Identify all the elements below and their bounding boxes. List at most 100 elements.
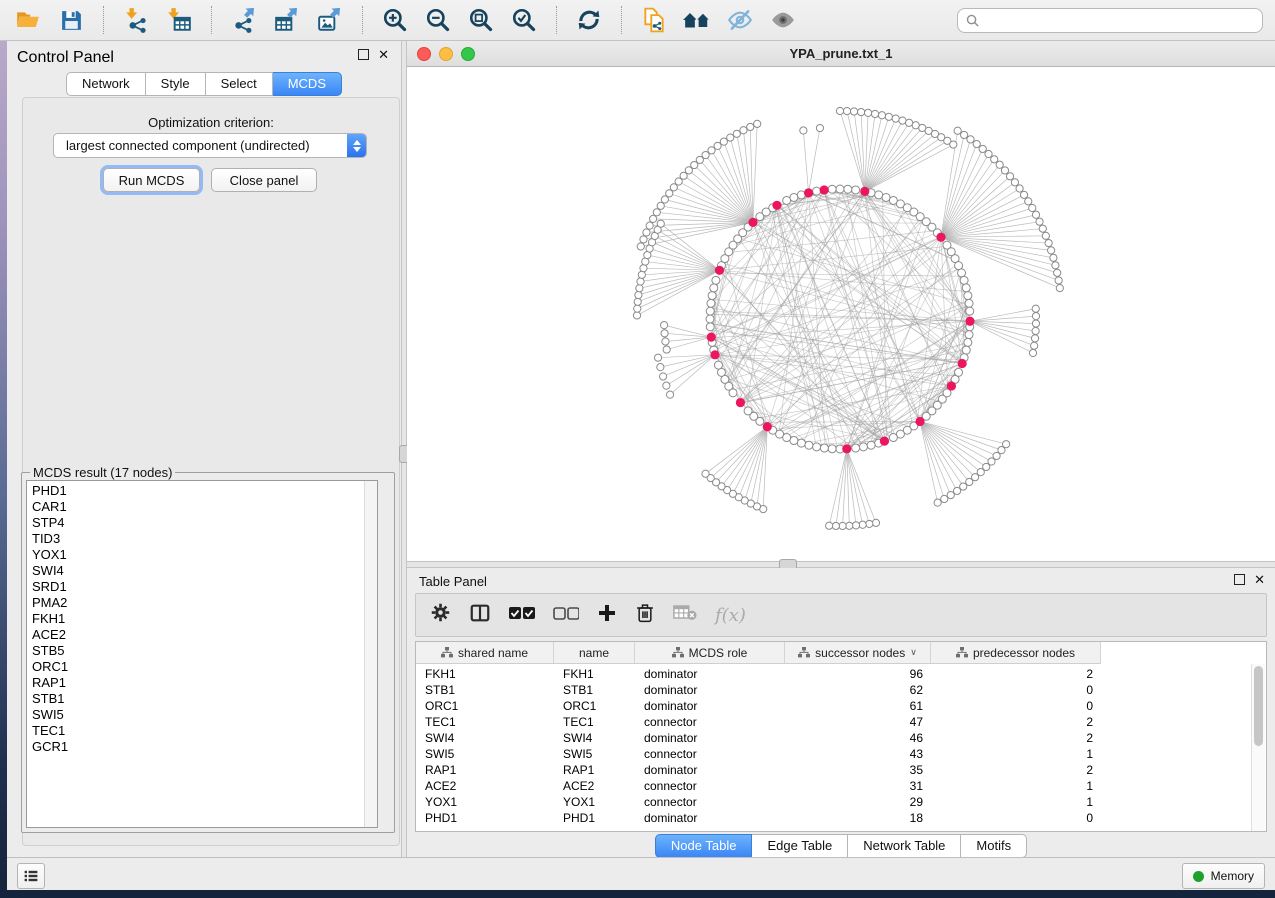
cell-shared-name: RAP1 bbox=[416, 762, 554, 778]
deselect-all-button[interactable] bbox=[553, 606, 579, 625]
zoom-out-button[interactable] bbox=[422, 4, 454, 36]
close-panel-icon[interactable]: ✕ bbox=[378, 50, 389, 60]
float-window-icon[interactable] bbox=[358, 49, 369, 60]
cell-shared-name: YOX1 bbox=[416, 794, 554, 810]
horizontal-splitter[interactable] bbox=[407, 561, 1275, 568]
table-row-SWI5[interactable]: SWI5SWI5connector431 bbox=[416, 746, 1101, 762]
mcds-node-item[interactable]: SWI4 bbox=[32, 563, 68, 579]
table-row-FKH1[interactable]: FKH1FKH1dominator962 bbox=[416, 666, 1101, 682]
import-table-button[interactable] bbox=[163, 4, 195, 36]
tab-network[interactable]: Network bbox=[66, 72, 146, 96]
import-network-button[interactable] bbox=[120, 4, 152, 36]
table-row-SWI4[interactable]: SWI4SWI4dominator462 bbox=[416, 730, 1101, 746]
list-scrollbar-track[interactable] bbox=[364, 481, 377, 827]
mcds-node-item[interactable]: ACE2 bbox=[32, 627, 68, 643]
network-canvas[interactable] bbox=[407, 67, 1275, 561]
network-graph[interactable] bbox=[407, 67, 1275, 561]
save-icon bbox=[59, 8, 84, 33]
column-header-shared-name[interactable]: shared name bbox=[416, 642, 554, 663]
optimization-criterion-dropdown[interactable]: largest connected component (undirected) bbox=[53, 133, 367, 158]
mcds-node-item[interactable]: PMA2 bbox=[32, 595, 68, 611]
table-panel-tabs: Node TableEdge TableNetwork TableMotifs bbox=[407, 834, 1275, 858]
cell-shared-name: ACE2 bbox=[416, 778, 554, 794]
cell-mcds-role: dominator bbox=[635, 682, 785, 698]
table-settings-button[interactable] bbox=[430, 602, 451, 628]
close-panel-icon[interactable]: ✕ bbox=[1254, 575, 1265, 585]
toolbar-separator bbox=[211, 6, 212, 34]
delete-table-button[interactable] bbox=[673, 604, 697, 626]
tab-network-table[interactable]: Network Table bbox=[848, 834, 961, 858]
select-all-button[interactable] bbox=[509, 606, 535, 625]
zoom-selected-button[interactable] bbox=[508, 4, 540, 36]
mcds-node-item[interactable]: STB5 bbox=[32, 643, 68, 659]
task-history-button[interactable] bbox=[17, 863, 45, 889]
mcds-result-list[interactable]: PHD1CAR1STP4TID3YOX1SWI4SRD1PMA2FKH1ACE2… bbox=[26, 480, 378, 828]
tab-select[interactable]: Select bbox=[206, 72, 273, 96]
mcds-node-item[interactable]: FKH1 bbox=[32, 611, 68, 627]
cell-predecessor-nodes: 0 bbox=[931, 810, 1101, 826]
column-label: predecessor nodes bbox=[973, 646, 1075, 660]
table-scrollbar-thumb[interactable] bbox=[1254, 666, 1263, 746]
mcds-node-item[interactable]: GCR1 bbox=[32, 739, 68, 755]
open-session-button[interactable] bbox=[12, 4, 44, 36]
memory-button[interactable]: Memory bbox=[1182, 863, 1265, 889]
mcds-node-item[interactable]: CAR1 bbox=[32, 499, 68, 515]
first-neighbors-button[interactable] bbox=[681, 4, 713, 36]
tab-motifs[interactable]: Motifs bbox=[961, 834, 1027, 858]
table-scrollbar-track[interactable] bbox=[1251, 664, 1265, 831]
hide-selected-button[interactable] bbox=[724, 4, 756, 36]
list-icon bbox=[23, 868, 39, 884]
mcds-node-item[interactable]: TEC1 bbox=[32, 723, 68, 739]
zoom-in-button[interactable] bbox=[379, 4, 411, 36]
column-header-predecessor-nodes[interactable]: predecessor nodes bbox=[931, 642, 1101, 663]
split-view-button[interactable] bbox=[469, 602, 491, 629]
network-titlebar[interactable]: YPA_prune.txt_1 bbox=[407, 41, 1275, 67]
mcds-node-item[interactable]: SRD1 bbox=[32, 579, 68, 595]
mcds-node-item[interactable]: RAP1 bbox=[32, 675, 68, 691]
function-builder-button[interactable]: f(x) bbox=[715, 605, 746, 626]
close-panel-button[interactable]: Close panel bbox=[211, 168, 317, 192]
open-folder-icon bbox=[15, 7, 41, 33]
table-row-ORC1[interactable]: ORC1ORC1dominator610 bbox=[416, 698, 1101, 714]
table-row-YOX1[interactable]: YOX1YOX1connector291 bbox=[416, 794, 1101, 810]
mcds-node-item[interactable]: SWI5 bbox=[32, 707, 68, 723]
column-header-name[interactable]: name bbox=[554, 642, 635, 663]
add-row-button[interactable] bbox=[597, 603, 617, 628]
column-header-successor-nodes[interactable]: successor nodes∨ bbox=[785, 642, 931, 663]
export-table-button[interactable] bbox=[271, 4, 303, 36]
mcds-node-item[interactable]: TID3 bbox=[32, 531, 68, 547]
table-row-RAP1[interactable]: RAP1RAP1dominator352 bbox=[416, 762, 1101, 778]
tab-node-table[interactable]: Node Table bbox=[655, 834, 753, 858]
cell-shared-name: SWI5 bbox=[416, 746, 554, 762]
delete-row-button[interactable] bbox=[635, 602, 655, 629]
search-field bbox=[957, 8, 1263, 33]
zoom-fit-button[interactable] bbox=[465, 4, 497, 36]
tab-edge-table[interactable]: Edge Table bbox=[752, 834, 848, 858]
export-image-button[interactable] bbox=[314, 4, 346, 36]
export-network-button[interactable] bbox=[228, 4, 260, 36]
tab-mcds[interactable]: MCDS bbox=[273, 72, 342, 96]
cell-name: SWI4 bbox=[554, 730, 635, 746]
mcds-node-item[interactable]: STB1 bbox=[32, 691, 68, 707]
table-row-PHD1[interactable]: PHD1PHD1dominator180 bbox=[416, 810, 1101, 826]
table-row-STB1[interactable]: STB1STB1dominator620 bbox=[416, 682, 1101, 698]
mcds-node-item[interactable]: STP4 bbox=[32, 515, 68, 531]
save-session-button[interactable] bbox=[55, 4, 87, 36]
search-input[interactable] bbox=[985, 12, 1254, 29]
run-mcds-button[interactable]: Run MCDS bbox=[103, 168, 200, 192]
tab-style[interactable]: Style bbox=[146, 72, 206, 96]
node-table[interactable]: shared namenameMCDS rolesuccessor nodes∨… bbox=[415, 641, 1267, 832]
refresh-button[interactable] bbox=[573, 4, 605, 36]
network-from-file-button[interactable] bbox=[638, 4, 670, 36]
table-row-ACE2[interactable]: ACE2ACE2connector311 bbox=[416, 778, 1101, 794]
mcds-node-item[interactable]: YOX1 bbox=[32, 547, 68, 563]
mcds-node-item[interactable]: ORC1 bbox=[32, 659, 68, 675]
float-window-icon[interactable] bbox=[1234, 574, 1245, 585]
cell-successor-nodes: 96 bbox=[785, 666, 931, 682]
search-icon bbox=[966, 14, 979, 27]
mcds-node-item[interactable]: PHD1 bbox=[32, 483, 68, 499]
show-all-button[interactable] bbox=[767, 4, 799, 36]
column-header-mcds-role[interactable]: MCDS role bbox=[635, 642, 785, 663]
table-row-TEC1[interactable]: TEC1TEC1connector472 bbox=[416, 714, 1101, 730]
checked-boxes-icon bbox=[509, 606, 535, 620]
